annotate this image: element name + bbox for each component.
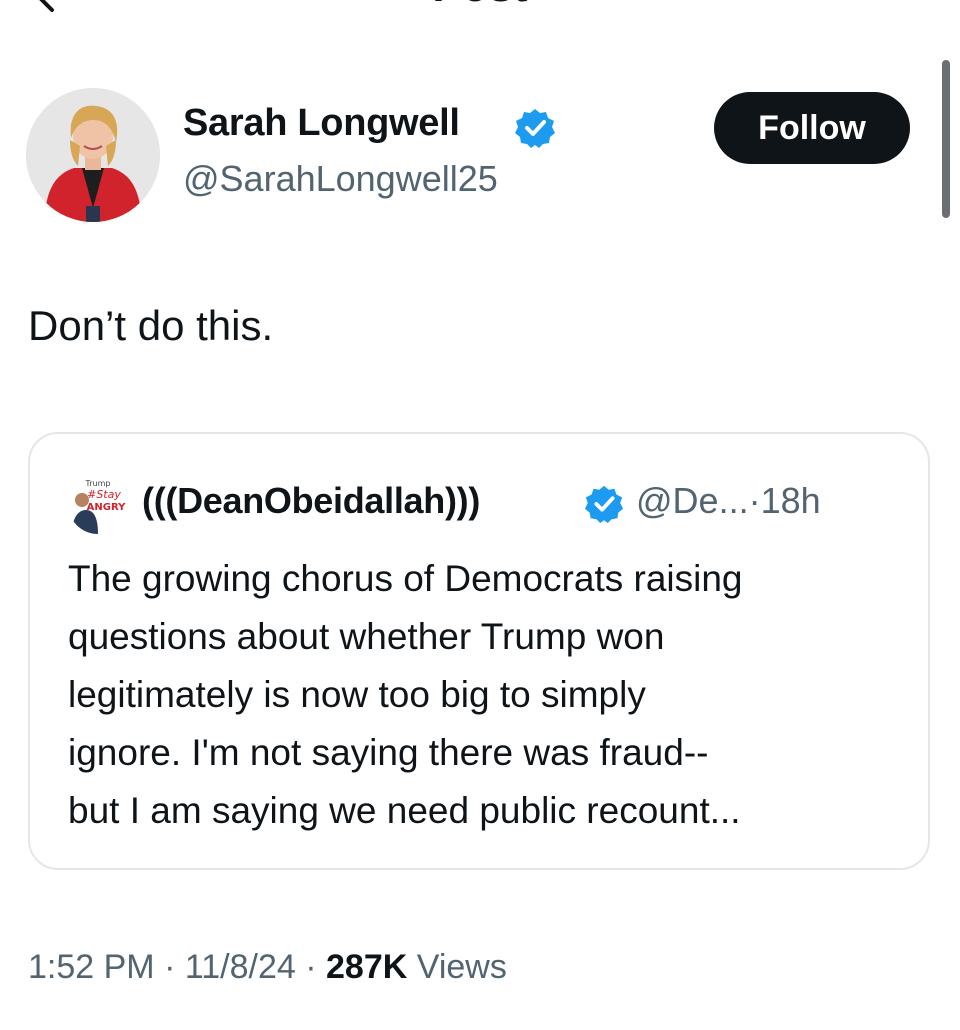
quoted-post-meta: @De...·18h [636,480,821,522]
quoted-post-card[interactable]: Trump #Stay ANGRY (((DeanObeidallah))) @… [28,432,930,870]
quoted-author-handle[interactable]: @De... [636,480,749,521]
meta-separator: · [305,948,317,986]
avatar-text-trump: Trump [85,479,111,488]
post-meta: 1:52 PM · 11/8/24 · 287K Views [28,948,507,987]
meta-separator: · [164,948,176,986]
stay-angry-avatar-image: Trump #Stay ANGRY [68,474,128,534]
avatar-text-stay: #Stay [87,488,121,501]
avatar-text-angry: ANGRY [87,502,126,513]
follow-button[interactable]: Follow [714,92,910,164]
quoted-text-line: The growing chorus of Democrats raising [68,558,743,599]
author-name[interactable]: Sarah Longwell [183,102,460,145]
post-text: Don’t do this. [28,302,274,349]
views-label[interactable]: Views [417,948,507,986]
quoted-author-name[interactable]: (((DeanObeidallah))) [142,480,480,522]
scrollbar[interactable] [942,60,950,218]
page-title: Post [0,0,960,12]
quoted-text-line: legitimately is now too big to simply [68,674,646,715]
quoted-text-line: questions about whether Trump won [68,616,665,657]
quoted-text-line: but I am saying we need public recount..… [68,790,741,831]
quoted-verified-badge-icon [584,485,624,524]
quoted-post-age[interactable]: 18h [761,480,821,521]
author-handle[interactable]: @SarahLongwell25 [183,158,498,200]
page-header: Post [0,0,960,40]
post-time[interactable]: 1:52 PM [28,948,155,986]
quoted-meta-separator: · [748,480,761,521]
quoted-post-text: The growing chorus of Democrats raising … [68,550,898,840]
verified-badge-icon [515,109,555,148]
quoted-author-avatar[interactable]: Trump #Stay ANGRY [68,474,128,534]
quoted-text-line: ignore. I'm not saying there was fraud-- [68,732,709,773]
post-date[interactable]: 11/8/24 [185,948,296,986]
avatar[interactable] [26,88,160,222]
person-avatar-image [26,88,160,222]
views-count[interactable]: 287K [326,948,407,986]
